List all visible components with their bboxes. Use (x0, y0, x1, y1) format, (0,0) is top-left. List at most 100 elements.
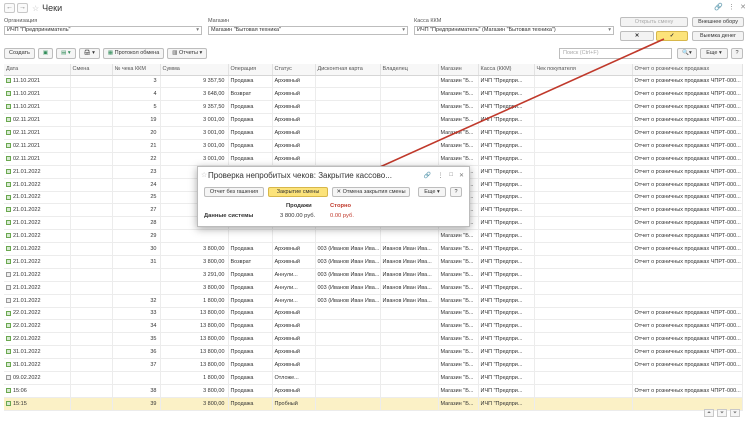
help-button[interactable]: ? (731, 48, 743, 59)
cell-kkm-number-text: 27 (150, 207, 157, 214)
table-row[interactable]: 02.11.2021 19 3 001,00 Продажа Архивный Магаз… (4, 113, 743, 128)
dropdown-icon[interactable]: ▾ (402, 27, 405, 34)
cell-operation: Продажа (228, 268, 273, 282)
col-shift[interactable]: Смена (70, 64, 113, 76)
table-row[interactable]: 15:06 38 3 800,00 Продажа Архивный Магазин "Б… (4, 384, 743, 398)
table-row[interactable]: 11.10.2021 5 9 357,50 Продажа Архивный Магази… (4, 100, 743, 115)
col-status[interactable]: Статус (272, 64, 316, 76)
storno-value: 0.00 руб. (330, 213, 354, 219)
cell-store-text: Магазин "Б... (440, 374, 474, 381)
print-button[interactable]: 🖨 ▾ (78, 48, 100, 59)
table-row[interactable]: 21.01.2022 31 3 800,00 Возврат Архивный 003 (… (4, 255, 743, 269)
cash-withdrawal-button[interactable]: Выемка денег (692, 31, 744, 41)
table-row[interactable]: 11.10.2021 4 3 648,00 Возврат Архивный Магази… (4, 87, 743, 102)
open-shift-button[interactable]: Открыть смену (620, 17, 688, 27)
report-no-clear-button[interactable]: Отчет без гашения (204, 187, 264, 197)
table-row[interactable]: 21.01.2022 29 Магазин "Б... ИЧП "Предпри...… (4, 229, 743, 244)
dropdown-icon[interactable]: ▾ (608, 27, 611, 34)
check-icon[interactable]: ✓ (656, 31, 688, 41)
add-based-icon[interactable]: ▤ ▾ (56, 48, 76, 59)
table-row[interactable]: 02.11.2021 22 3 001,00 Продажа Архивный Магаз… (4, 152, 743, 166)
cell-kkm-number-text: 37 (150, 362, 157, 369)
table-row[interactable]: 21.01.2022 3 291,00 Продажа Аннули... 003 (И… (4, 268, 743, 282)
table-row[interactable]: 21.01.2022 3 800,00 Продажа Аннули... 003 (И… (4, 281, 743, 295)
cell-sum: 3 001,00 (160, 113, 229, 128)
link-icon[interactable]: 🔗 (424, 172, 431, 179)
cell-shift (70, 100, 113, 115)
table-row[interactable]: 11.10.2021 3 9 357,50 Продажа Архивный Магази… (4, 75, 743, 89)
table-row[interactable]: 31.01.2022 36 13 800,00 Продажа Архивный Мага… (4, 345, 743, 360)
back-button[interactable]: ← (4, 3, 15, 13)
dialog-more-button[interactable]: Еще ▾ (418, 187, 446, 197)
table-row[interactable]: 22.01.2022 33 13 800,00 Продажа Архивный Мага… (4, 307, 743, 321)
reports-button[interactable]: ▥ Отчеты ▾ (167, 48, 208, 59)
close-icon[interactable]: ✕ (740, 3, 746, 11)
maximize-icon[interactable]: □ (449, 172, 453, 179)
scroll-down-button[interactable]: ⏷ (717, 409, 727, 417)
col-sum[interactable]: Сумма (160, 64, 229, 76)
kkm-field[interactable]: ИЧП "Предприниматель" (Магазин "Бытовая … (414, 26, 614, 35)
col-kkm[interactable]: Касса (ККМ) (478, 64, 535, 76)
org-field[interactable]: ИЧП "Предприниматель" ▾ (4, 26, 202, 35)
scroll-bottom-button[interactable]: ⏷ (730, 409, 740, 417)
external-equipment-button[interactable]: Внешнее обору (692, 17, 744, 27)
dialog-title: Проверка непробитых чеков: Закрытие касс… (208, 171, 392, 180)
col-retail-report[interactable]: Отчет о розничных продажах (632, 64, 743, 76)
close-shift-button[interactable]: Закрытие смены (268, 187, 328, 197)
cell-kkm: ИЧП "Предпри... (478, 268, 535, 282)
col-date[interactable]: Дата (4, 64, 71, 76)
dialog-help-button[interactable]: ? (450, 187, 462, 197)
table-row[interactable]: 21.01.2022 30 3 800,00 Продажа Архивный 003 (… (4, 242, 743, 256)
cell-date: 02.11.2021 (4, 139, 71, 153)
store-field[interactable]: Магазин "Бытовая техника" ▾ (208, 26, 408, 35)
table-row[interactable]: 02.11.2021 20 3 001,00 Продажа Архивный Магаз… (4, 126, 743, 140)
table-row[interactable]: 09.02.2022 1 800,00 Продажа Отложе... Магази… (4, 371, 743, 385)
exchange-log-button[interactable]: ▦ Протокол обмена (102, 48, 165, 59)
cancel-close-shift-button[interactable]: ✕ Отмена закрытия смены (332, 187, 410, 197)
cell-store-text: Магазин "Б... (440, 387, 474, 394)
cell-kkm-number: 27 (112, 203, 161, 218)
table-row[interactable]: 02.11.2021 21 3 001,00 Продажа Архивный Магаз… (4, 139, 743, 153)
cell-kkm-number: 34 (112, 319, 161, 334)
table-row[interactable]: 31.01.2022 37 13 800,00 Продажа Архивный Мага… (4, 358, 743, 372)
cell-retail-report: Отчет о розничных продажах ЧПРТ-000... (632, 178, 743, 192)
col-store[interactable]: Магазин (438, 64, 479, 76)
col-kkm-number[interactable]: № чека ККМ (112, 64, 161, 76)
cell-kkm: ИЧП "Предпри... (478, 203, 535, 218)
forward-button[interactable]: → (17, 3, 28, 13)
col-discount-card[interactable]: Дисконтная карта (315, 64, 381, 76)
col-customer-check[interactable]: Чек покупателя (534, 64, 633, 76)
cancel-icon[interactable]: ✕ (620, 31, 654, 41)
copy-doc-icon[interactable]: ▣ (37, 48, 54, 59)
unprinted-checks-dialog: ☆ Проверка непробитых чеков: Закрытие ка… (197, 166, 470, 227)
close-icon[interactable]: ✕ (459, 172, 464, 179)
table-row[interactable]: 22.01.2022 35 13 800,00 Продажа Архивный Мага… (4, 332, 743, 347)
menu-dots-icon[interactable]: ⋮ (728, 3, 735, 11)
link-icon[interactable]: 🔗 (714, 3, 723, 11)
cell-retail-report: Отчет о розничных продажах ЧПРТ-000... (632, 229, 743, 244)
cell-customer-check (534, 345, 633, 360)
cell-retail-report: Отчет о розничных продажах ЧПРТ-000... (632, 216, 743, 231)
favorite-star-icon[interactable]: ☆ (32, 4, 39, 13)
search-button[interactable]: 🔍▾ (677, 48, 697, 59)
cell-sum: 13 800,00 (160, 319, 229, 334)
dropdown-icon[interactable]: ▾ (196, 27, 199, 34)
cell-customer-check (534, 397, 633, 411)
col-owner[interactable]: Владелец (380, 64, 439, 76)
create-button[interactable]: Создать (4, 48, 35, 59)
cell-status-text: Аннули... (274, 284, 298, 291)
table-row[interactable]: 15:15 39 3 800,00 Продажа Пробный Магазин "Б.… (4, 397, 743, 411)
cell-date-text: 02.11.2021 (13, 130, 41, 136)
cell-discount-card (315, 75, 381, 89)
cell-operation: Продажа (228, 113, 273, 128)
search-input[interactable]: Поиск (Ctrl+F) (559, 48, 672, 59)
col-operation[interactable]: Операция (228, 64, 273, 76)
cell-operation: Продажа (228, 307, 273, 321)
more-button[interactable]: Еще ▾ (700, 48, 728, 59)
favorite-star-icon[interactable]: ☆ (201, 171, 207, 179)
menu-dots-icon[interactable]: ⋮ (437, 172, 443, 179)
table-row[interactable]: 21.01.2022 32 1 800,00 Продажа Аннули... 003 … (4, 294, 743, 308)
scroll-top-button[interactable]: ⏶ (704, 409, 714, 417)
cell-sum-text: 3 001,00 (203, 142, 225, 149)
table-row[interactable]: 22.01.2022 34 13 800,00 Продажа Архивный Мага… (4, 319, 743, 334)
